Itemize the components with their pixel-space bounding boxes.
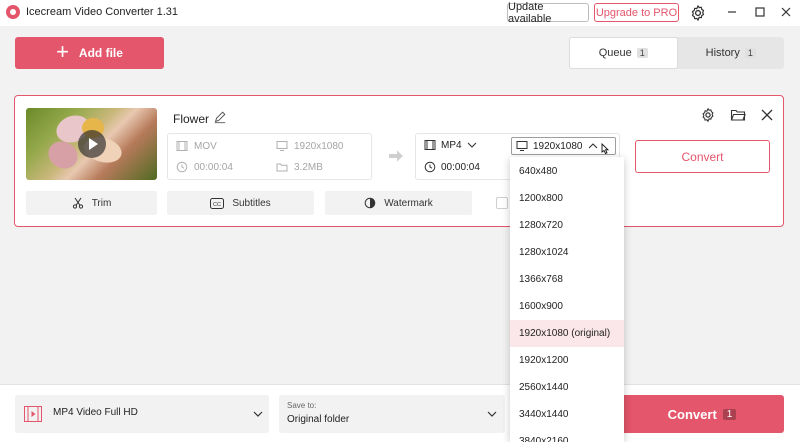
resolution-option[interactable]: 1920x1200 <box>510 347 624 374</box>
tab-history-label: History <box>705 47 740 59</box>
source-resolution: 1920x1080 <box>276 140 344 152</box>
resolution-option[interactable]: 3440x1440 <box>510 401 624 428</box>
tab-queue-label: Queue <box>598 47 632 59</box>
video-profile-icon <box>24 406 42 422</box>
source-format-text: MOV <box>194 140 217 152</box>
output-profile-label: MP4 Video Full HD <box>53 407 138 418</box>
watermark-label: Watermark <box>384 197 433 209</box>
resolution-option[interactable]: 1280x720 <box>510 212 624 239</box>
resolution-option[interactable]: 1200x800 <box>510 185 624 212</box>
save-to-value: Original folder <box>287 414 350 425</box>
source-format: MOV <box>176 140 217 152</box>
source-duration: 00:00:04 <box>176 161 233 173</box>
queue-history-tabs: Queue 1 History 1 <box>569 37 784 69</box>
resolution-option[interactable]: 2560x1440 <box>510 374 624 401</box>
file-card: Flower MOV 1920x1080 00:00:04 3.2MB MP4 <box>14 95 784 227</box>
target-format-select[interactable]: MP4 <box>424 139 477 151</box>
scissors-icon <box>72 197 83 209</box>
video-thumbnail[interactable] <box>26 108 157 180</box>
mouse-cursor-icon <box>601 143 609 155</box>
film-icon <box>176 141 188 151</box>
open-folder-icon[interactable] <box>730 107 746 123</box>
chevron-up-icon <box>588 143 597 149</box>
source-info-box: MOV 1920x1080 00:00:04 3.2MB <box>167 133 372 180</box>
watermark-icon <box>364 197 376 209</box>
svg-text:CC: CC <box>213 201 221 207</box>
convert-file-button[interactable]: Convert <box>635 140 770 173</box>
source-size: 3.2MB <box>276 161 323 173</box>
source-duration-text: 00:00:04 <box>194 161 233 173</box>
watermark-button[interactable]: Watermark <box>325 191 472 215</box>
resolution-option[interactable]: 1280x1024 <box>510 239 624 266</box>
update-available-button[interactable]: Update available <box>507 1 589 25</box>
convert-count-badge: 1 <box>722 408 737 420</box>
trim-button[interactable]: Trim <box>26 191 157 215</box>
resolution-option[interactable]: 640x480 <box>510 158 624 185</box>
output-profile-select[interactable]: MP4 Video Full HD <box>15 395 269 433</box>
subtitles-button[interactable]: CC Subtitles <box>167 191 314 215</box>
film-icon <box>424 140 436 150</box>
clock-icon <box>424 161 436 173</box>
minimize-button[interactable] <box>721 2 743 22</box>
option-checkbox[interactable] <box>496 197 508 209</box>
chevron-down-icon <box>467 142 476 148</box>
trim-label: Trim <box>91 197 112 209</box>
tab-history[interactable]: History 1 <box>678 37 785 69</box>
pencil-edit-icon[interactable] <box>213 110 227 124</box>
source-resolution-text: 1920x1080 <box>294 140 344 152</box>
title-bar: Icecream Video Converter 1.31 Update ava… <box>0 0 800 26</box>
add-file-label: Add file <box>78 46 123 60</box>
resolution-option[interactable]: 3840x2160 <box>510 428 624 442</box>
maximize-button[interactable] <box>749 2 771 22</box>
resolution-option[interactable]: 1600x900 <box>510 293 624 320</box>
tab-queue[interactable]: Queue 1 <box>569 37 678 69</box>
clock-icon <box>176 161 188 173</box>
subtitles-label: Subtitles <box>232 197 271 209</box>
folder-icon <box>276 163 288 172</box>
target-duration-text: 00:00:04 <box>441 161 480 173</box>
cc-subtitles-icon: CC <box>210 197 225 209</box>
app-logo-icon <box>6 5 20 19</box>
tab-queue-count: 1 <box>636 48 648 58</box>
bottom-bar: MP4 Video Full HD Save to: Original fold… <box>0 384 800 442</box>
monitor-icon <box>276 141 288 151</box>
resolution-dropdown-menu: 640x480 1200x800 1280x720 1280x1024 1366x768… <box>510 157 624 442</box>
add-file-button[interactable]: + Add file <box>15 37 164 69</box>
save-to-label: Save to: <box>287 401 317 410</box>
play-icon[interactable] <box>78 130 106 158</box>
settings-gear-icon[interactable] <box>689 4 707 22</box>
chevron-down-icon <box>253 411 263 417</box>
source-size-text: 3.2MB <box>294 161 323 173</box>
convert-all-label: Convert <box>667 406 717 422</box>
tab-history-count: 1 <box>744 48 756 58</box>
target-resolution-select[interactable]: 1920x1080 <box>511 137 616 155</box>
target-format-text: MP4 <box>441 139 462 151</box>
resolution-option[interactable]: 1366x768 <box>510 266 624 293</box>
file-name: Flower <box>173 112 210 126</box>
convert-all-button[interactable]: Convert 1 <box>620 395 784 433</box>
arrow-right-icon <box>389 150 403 162</box>
target-duration: 00:00:04 <box>424 161 480 173</box>
resolution-option[interactable]: 1920x1080 (original) <box>510 320 624 347</box>
target-resolution-text: 1920x1080 <box>533 140 583 152</box>
upgrade-to-pro-button[interactable]: Upgrade to PRO <box>594 3 679 22</box>
plus-icon: + <box>56 39 69 64</box>
remove-file-close-icon[interactable] <box>759 107 775 123</box>
chevron-down-icon <box>487 411 497 417</box>
app-title: Icecream Video Converter 1.31 <box>26 6 179 18</box>
close-window-button[interactable] <box>775 2 797 22</box>
monitor-icon <box>516 141 528 151</box>
file-settings-gear-icon[interactable] <box>700 107 716 123</box>
save-to-select[interactable]: Save to: Original folder <box>279 395 505 433</box>
